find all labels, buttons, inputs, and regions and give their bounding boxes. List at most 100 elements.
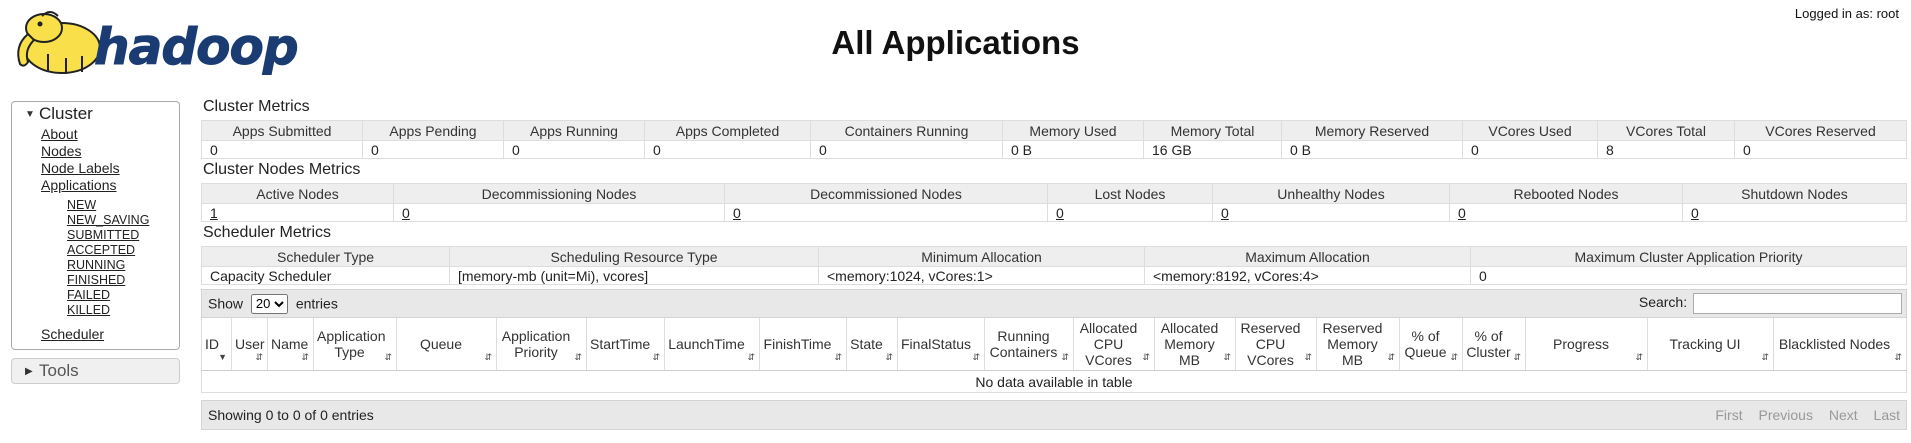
sort-both-icon: ⇵ — [301, 352, 309, 362]
nodes-header-row: Active Nodes Decommissioning Nodes Decom… — [201, 183, 1907, 204]
column-header-launch-time[interactable]: LaunchTime ⇵ — [664, 318, 760, 371]
sort-both-icon: ⇵ — [1894, 352, 1902, 362]
nodes-metric-header: Active Nodes — [201, 183, 394, 204]
metric-value: 0 — [503, 140, 645, 159]
column-header-tracking-ui[interactable]: Tracking UI ⇵ — [1647, 318, 1774, 371]
tools-section-label: Tools — [39, 361, 79, 380]
metric-header: Containers Running — [810, 120, 1003, 141]
pagination-last-button[interactable]: Last — [1874, 407, 1900, 423]
page-size-select[interactable]: 20 — [250, 293, 288, 314]
sort-both-icon: ⇵ — [1304, 352, 1312, 362]
column-header-blacklisted-nodes[interactable]: Blacklisted Nodes ⇵ — [1773, 318, 1907, 371]
metric-header: VCores Total — [1597, 120, 1735, 141]
metric-header: Apps Completed — [644, 120, 811, 141]
metric-value: 0 — [1462, 140, 1598, 159]
nav-link-node-labels[interactable]: Node Labels — [41, 160, 120, 176]
column-header-start-time[interactable]: StartTime ⇵ — [586, 318, 665, 371]
show-label: Show — [208, 295, 244, 311]
nav-link-state-new-saving[interactable]: NEW_SAVING — [67, 213, 149, 227]
column-header-progress[interactable]: Progress ⇵ — [1525, 318, 1648, 371]
nav-link-state-finished[interactable]: FINISHED — [67, 273, 125, 287]
unhealthy-nodes-link[interactable]: 0 — [1221, 205, 1229, 221]
column-header-reserved-memory-mb[interactable]: Reserved Memory MB ⇵ — [1316, 318, 1400, 371]
column-header-running-containers[interactable]: Running Containers ⇵ — [984, 318, 1074, 371]
column-header-queue[interactable]: Queue ⇵ — [396, 318, 497, 371]
lost-nodes-link[interactable]: 0 — [1056, 205, 1064, 221]
scheduler-metric-value: <memory:8192, vCores:4> — [1144, 266, 1471, 285]
nav-link-applications[interactable]: Applications — [41, 177, 117, 193]
cluster-section-label: Cluster — [39, 104, 93, 123]
nav-link-state-killed[interactable]: KILLED — [67, 303, 110, 317]
scheduler-value-row: Capacity Scheduler [memory-mb (unit=Mi),… — [201, 266, 1907, 285]
column-header-allocated-memory-mb[interactable]: Allocated Memory MB ⇵ — [1154, 318, 1236, 371]
nav-link-nodes[interactable]: Nodes — [41, 143, 81, 159]
entries-label: entries — [295, 295, 338, 311]
page-title: All Applications — [831, 24, 1080, 61]
sort-both-icon: ⇵ — [255, 352, 263, 362]
column-header-reserved-cpu-vcores[interactable]: Reserved CPU VCores ⇵ — [1235, 318, 1317, 371]
nav-link-state-failed[interactable]: FAILED — [67, 288, 110, 302]
column-header-final-status[interactable]: FinalStatus ⇵ — [897, 318, 985, 371]
pagination-next-button[interactable]: Next — [1829, 407, 1858, 423]
sort-both-icon: ⇵ — [1635, 352, 1643, 362]
column-header-application-type[interactable]: Application Type ⇵ — [313, 318, 397, 371]
column-header-percent-of-cluster[interactable]: % of Cluster ⇵ — [1462, 318, 1526, 371]
column-header-allocated-cpu-vcores[interactable]: Allocated CPU VCores ⇵ — [1073, 318, 1155, 371]
login-status: Logged in as: root — [1794, 6, 1899, 21]
metric-value: 0 — [644, 140, 811, 159]
sort-both-icon: ⇵ — [484, 352, 492, 362]
scheduler-header-row: Scheduler Type Scheduling Resource Type … — [201, 246, 1907, 267]
sort-descending-icon: ▼ — [218, 352, 227, 362]
sort-both-icon: ⇵ — [1061, 352, 1069, 362]
decommissioning-nodes-link[interactable]: 0 — [402, 205, 410, 221]
metric-header: Memory Total — [1143, 120, 1282, 141]
metric-value: 16 GB — [1143, 140, 1282, 159]
nav-link-state-running[interactable]: RUNNING — [67, 258, 125, 272]
sort-both-icon: ⇵ — [885, 352, 893, 362]
apps-header-row: ID ▼ User ⇵ Name ⇵ Application Type ⇵ Queue ⇵… — [201, 318, 1907, 371]
metrics-header-row: Apps Submitted Apps Pending Apps Running… — [201, 120, 1907, 141]
column-header-percent-of-queue[interactable]: % of Queue ⇵ — [1399, 318, 1463, 371]
apps-table-footer: Showing 0 to 0 of 0 entries First Previo… — [201, 400, 1907, 430]
metric-header: Apps Submitted — [201, 120, 363, 141]
metric-header: Memory Reserved — [1281, 120, 1463, 141]
pagination-first-button[interactable]: First — [1715, 407, 1742, 423]
metric-value: 0 B — [1281, 140, 1463, 159]
sort-both-icon: ⇵ — [652, 352, 660, 362]
nav-link-state-new[interactable]: NEW — [67, 198, 96, 212]
cluster-section-header[interactable]: ▼ Cluster — [12, 102, 179, 126]
nav-link-scheduler[interactable]: Scheduler — [41, 326, 179, 343]
scheduler-metric-value: <memory:1024, vCores:1> — [818, 266, 1145, 285]
search-input[interactable] — [1693, 293, 1902, 314]
nodes-value-row: 1 0 0 0 0 0 0 — [201, 203, 1907, 222]
pagination-previous-button[interactable]: Previous — [1758, 407, 1812, 423]
scheduler-metrics-title: Scheduler Metrics — [203, 224, 332, 241]
nav-link-state-submitted[interactable]: SUBMITTED — [67, 228, 139, 242]
column-header-finish-time[interactable]: FinishTime ⇵ — [759, 318, 847, 371]
nav-link-about[interactable]: About — [41, 126, 78, 142]
column-header-name[interactable]: Name ⇵ — [267, 318, 314, 371]
column-header-state[interactable]: State ⇵ — [846, 318, 898, 371]
shutdown-nodes-link[interactable]: 0 — [1691, 205, 1699, 221]
cluster-nodes-metrics-title: Cluster Nodes Metrics — [203, 161, 361, 178]
active-nodes-link[interactable]: 1 — [210, 205, 218, 221]
nav-link-state-accepted[interactable]: ACCEPTED — [67, 243, 135, 257]
sort-both-icon: ⇵ — [574, 352, 582, 362]
rebooted-nodes-link[interactable]: 0 — [1458, 205, 1466, 221]
column-header-id[interactable]: ID ▼ — [201, 318, 232, 371]
metric-value: 0 B — [1002, 140, 1144, 159]
scheduler-metric-value: Capacity Scheduler — [201, 266, 450, 285]
sort-both-icon: ⇵ — [1142, 352, 1150, 362]
decommissioned-nodes-link[interactable]: 0 — [733, 205, 741, 221]
cluster-nodes-metrics-table: Active Nodes Decommissioning Nodes Decom… — [201, 183, 1907, 222]
scheduler-metric-header: Minimum Allocation — [818, 246, 1145, 267]
tools-section-header[interactable]: ▶ Tools — [12, 359, 179, 383]
cluster-section: ▼ Cluster About Nodes Node Labels Applic… — [11, 101, 180, 350]
scheduler-metric-value: [memory-mb (unit=Mi), vcores] — [449, 266, 819, 285]
metric-value: 0 — [362, 140, 504, 159]
sort-both-icon: ⇵ — [1387, 352, 1395, 362]
column-header-user[interactable]: User ⇵ — [231, 318, 268, 371]
apps-table-wrapper: Show 20 entries Search: ID ▼ User ⇵ Name ⇵ — [201, 289, 1907, 430]
sort-both-icon: ⇵ — [747, 352, 755, 362]
column-header-application-priority[interactable]: Application Priority ⇵ — [496, 318, 587, 371]
